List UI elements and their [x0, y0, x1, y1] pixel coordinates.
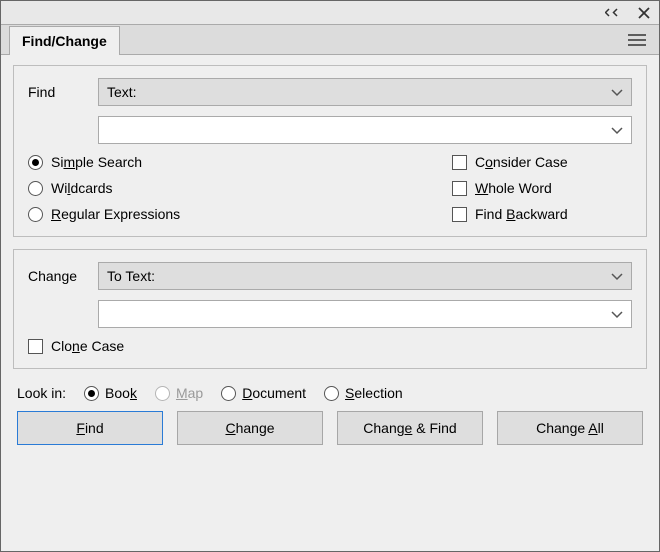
find-group: Find Text: — [13, 65, 647, 237]
checkbox-consider-case[interactable]: Consider Case — [452, 154, 632, 170]
find-label: Find — [28, 84, 98, 100]
change-label: Change — [28, 268, 98, 284]
find-button[interactable]: Find — [17, 411, 163, 445]
radio-look-in-document[interactable]: Document — [221, 385, 306, 401]
dialog-content: Find Text: — [1, 55, 659, 455]
change-button[interactable]: Change — [177, 411, 323, 445]
tab-strip: Find/Change — [1, 25, 659, 55]
radio-icon — [28, 181, 43, 196]
titlebar — [1, 1, 659, 25]
radio-icon — [28, 207, 43, 222]
checkbox-clone-case[interactable]: Clone Case — [28, 338, 632, 354]
button-row: Find Change Change & Find Change All — [13, 411, 647, 445]
find-mode-dropdown[interactable]: Text: — [98, 78, 632, 106]
radio-wildcards[interactable]: Wildcards — [28, 180, 452, 196]
menu-icon[interactable] — [627, 33, 651, 54]
checkbox-find-backward[interactable]: Find Backward — [452, 206, 632, 222]
find-text-input[interactable] — [98, 116, 632, 144]
radio-simple-search[interactable]: Simple Search — [28, 154, 452, 170]
chevron-down-icon — [611, 268, 623, 284]
tab-label: Find/Change — [22, 33, 107, 49]
radio-icon — [155, 386, 170, 401]
radio-regular-expressions[interactable]: Regular Expressions — [28, 206, 452, 222]
change-text-input[interactable] — [98, 300, 632, 328]
checkbox-icon — [28, 339, 43, 354]
change-and-find-button[interactable]: Change & Find — [337, 411, 483, 445]
find-change-dialog: Find/Change Find Text: — [0, 0, 660, 552]
tab-find-change[interactable]: Find/Change — [9, 26, 120, 55]
chevron-down-icon — [611, 122, 623, 138]
radio-icon — [324, 386, 339, 401]
look-in-label: Look in: — [17, 385, 66, 401]
checkbox-icon — [452, 181, 467, 196]
radio-look-in-book[interactable]: Book — [84, 385, 137, 401]
checkbox-whole-word[interactable]: Whole Word — [452, 180, 632, 196]
radio-icon — [221, 386, 236, 401]
radio-icon — [84, 386, 99, 401]
look-in-row: Look in: Book Map Document Selection — [13, 381, 647, 411]
radio-icon — [28, 155, 43, 170]
chevron-down-icon — [611, 306, 623, 322]
close-icon[interactable] — [637, 6, 651, 20]
change-all-button[interactable]: Change All — [497, 411, 643, 445]
find-mode-value: Text: — [107, 84, 137, 100]
radio-look-in-selection[interactable]: Selection — [324, 385, 403, 401]
collapse-icon[interactable] — [605, 7, 625, 19]
checkbox-icon — [452, 207, 467, 222]
chevron-down-icon — [611, 84, 623, 100]
radio-look-in-map: Map — [155, 385, 203, 401]
change-mode-dropdown[interactable]: To Text: — [98, 262, 632, 290]
checkbox-icon — [452, 155, 467, 170]
change-group: Change To Text: Clo — [13, 249, 647, 369]
change-mode-value: To Text: — [107, 268, 155, 284]
